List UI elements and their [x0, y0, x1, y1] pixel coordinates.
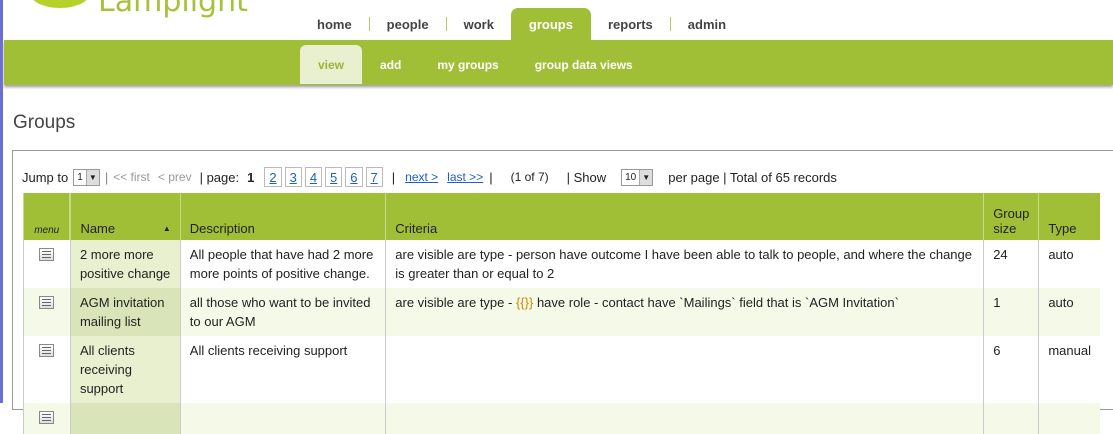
subnav-my-groups[interactable]: my groups	[419, 45, 516, 84]
col-description[interactable]: Description	[179, 193, 386, 240]
logo-text: Lamplight	[98, 0, 248, 19]
page-position: (1 of 7)	[510, 170, 549, 184]
nav-people[interactable]: people	[370, 8, 446, 40]
total-records: per page | Total of 65 records	[668, 169, 837, 185]
criteria-placeholder: {{}}	[515, 295, 534, 310]
table-header: menu Name ▲ Description Criteria Group si…	[23, 193, 1100, 240]
prev-link: < prev	[157, 170, 192, 184]
first-link: << first	[113, 170, 150, 184]
menu-icon[interactable]	[39, 411, 55, 424]
page-link[interactable]: 3	[284, 167, 302, 187]
page-link[interactable]: 7	[365, 167, 383, 187]
page-link[interactable]: 4	[304, 167, 323, 187]
group-name	[69, 403, 181, 434]
col-group-size[interactable]: Group size	[983, 193, 1039, 240]
group-type: manual	[1038, 336, 1100, 403]
table-row-partial	[23, 403, 1100, 434]
group-description: All clients receiving support	[179, 336, 386, 403]
table-row: All clients receiving support All client…	[23, 336, 1100, 403]
subnav-group-data-views[interactable]: group data views	[517, 45, 651, 84]
table-row: AGM invitation mailing list all those wh…	[23, 288, 1100, 336]
current-page: 1	[247, 169, 255, 185]
group-name[interactable]: All clients receiving support	[69, 336, 181, 403]
group-type: auto	[1038, 288, 1100, 336]
per-page-select[interactable]: 10 ▼	[621, 168, 654, 186]
jump-value: 1	[77, 171, 83, 183]
criteria-text: are visible are type -	[395, 295, 516, 310]
col-type[interactable]: Type	[1038, 193, 1100, 240]
nav-work[interactable]: work	[447, 8, 511, 40]
group-description: All people that have had 2 more more poi…	[179, 240, 386, 288]
group-size: 6	[983, 336, 1039, 403]
menu-icon[interactable]	[39, 296, 55, 309]
page-title: Groups	[13, 112, 76, 133]
logo-icon	[30, 0, 90, 8]
group-description: all those who want to be invited to our …	[179, 288, 386, 336]
nav-reports[interactable]: reports	[591, 8, 670, 40]
group-name[interactable]: AGM invitation mailing list	[69, 288, 181, 336]
nav-home[interactable]: home	[300, 8, 369, 40]
menu-icon[interactable]	[39, 344, 55, 357]
sub-nav: view add my groups group data views	[300, 45, 651, 85]
nav-admin[interactable]: admin	[671, 8, 743, 40]
nav-groups[interactable]: groups	[510, 8, 591, 40]
group-size: 24	[983, 240, 1039, 288]
col-name[interactable]: Name ▲	[69, 193, 181, 240]
subnav-view[interactable]: view	[300, 45, 363, 84]
group-description	[179, 403, 386, 434]
col-criteria[interactable]: Criteria	[385, 193, 984, 240]
page-link[interactable]: 5	[325, 167, 343, 187]
group-type: auto	[1038, 240, 1100, 288]
group-name[interactable]: 2 more more positive change	[69, 240, 181, 288]
menu-icon[interactable]	[39, 248, 55, 261]
chevron-down-icon: ▼	[85, 169, 99, 185]
top-nav: home people work groups reports admin	[300, 8, 743, 40]
group-size: 1	[983, 288, 1039, 336]
group-criteria	[385, 336, 984, 403]
show-label: | Show	[566, 169, 607, 185]
subnav-add[interactable]: add	[362, 45, 419, 84]
chevron-down-icon: ▼	[639, 169, 653, 185]
col-menu: menu	[23, 193, 72, 240]
table-row: 2 more more positive change All people t…	[23, 240, 1100, 288]
jump-label: Jump to	[22, 169, 69, 185]
page-link[interactable]: 6	[345, 167, 363, 187]
col-name-label: Name	[80, 221, 116, 236]
page-label: | page:	[199, 169, 240, 185]
page-link[interactable]: 2	[264, 167, 282, 187]
window-edge	[0, 0, 3, 403]
next-link[interactable]: next >	[405, 170, 438, 184]
sort-asc-icon: ▲	[162, 224, 171, 233]
last-link[interactable]: last >>	[447, 170, 483, 184]
jump-select[interactable]: 1 ▼	[73, 168, 100, 186]
group-type	[1038, 403, 1100, 434]
pager: Jump to 1 ▼ | << first < prev | page: 1 2…	[22, 167, 837, 187]
group-criteria	[385, 403, 984, 434]
group-criteria: are visible are type - {{}} have role - …	[385, 288, 984, 336]
criteria-text: have role - contact have `Mailings` fiel…	[533, 295, 899, 310]
per-page-value: 10	[625, 171, 637, 183]
group-size	[983, 403, 1039, 434]
group-criteria: are visible are type - person have outco…	[385, 240, 984, 288]
groups-table: menu Name ▲ Description Criteria Group si…	[23, 193, 1100, 434]
